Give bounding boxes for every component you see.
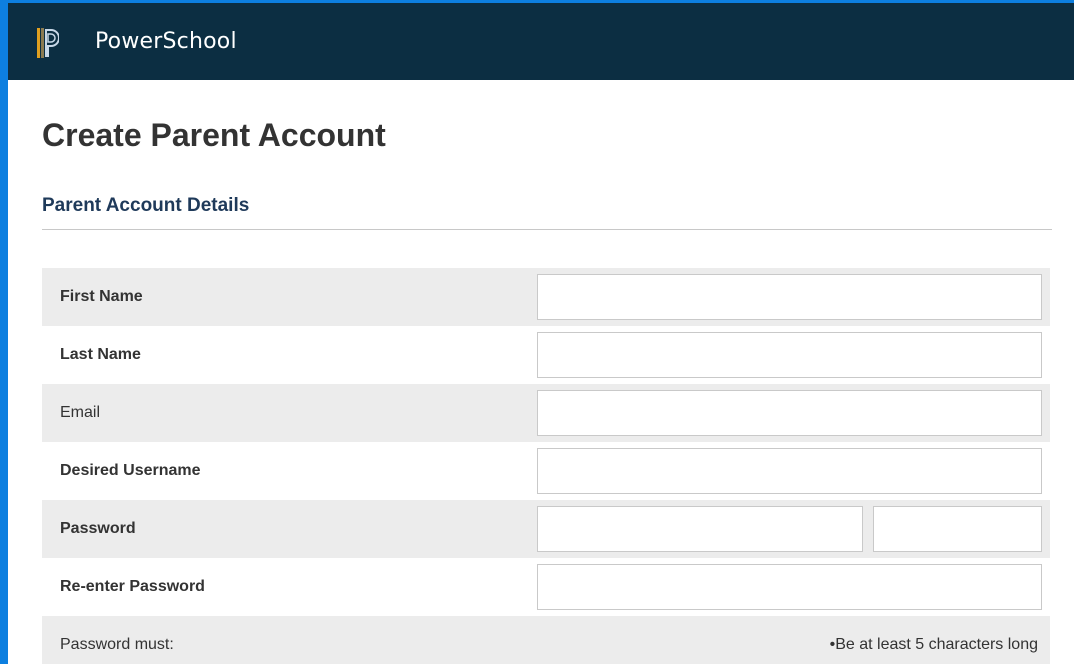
header-bar: PowerSchool (8, 3, 1074, 80)
form-row-first-name: First Name (42, 268, 1050, 326)
browser-viewport: PowerSchool Create Parent Account Parent… (8, 3, 1074, 664)
form-row-password: Password (42, 500, 1050, 558)
form-row-username: Desired Username (42, 442, 1050, 500)
form-row-email: Email (42, 384, 1050, 442)
first-name-label: First Name (60, 288, 143, 305)
username-label: Desired Username (60, 462, 201, 479)
last-name-label: Last Name (60, 346, 141, 363)
username-input[interactable] (537, 448, 1042, 494)
section-title: Parent Account Details (42, 195, 250, 216)
email-label: Email (60, 404, 101, 421)
password-input[interactable] (537, 506, 863, 552)
brand-name: PowerSchool (95, 29, 237, 54)
first-name-input[interactable] (537, 274, 1042, 320)
password-rules-row: Password must: •Be at least 5 characters… (42, 616, 1050, 664)
password-rules-label: Password must: (60, 636, 174, 653)
email-input[interactable] (537, 390, 1042, 436)
page-title: Create Parent Account (42, 117, 386, 153)
section-divider (42, 229, 1052, 230)
form-row-reenter-password: Re-enter Password (42, 558, 1050, 616)
reenter-password-label: Re-enter Password (60, 578, 205, 595)
reenter-password-input[interactable] (537, 564, 1042, 610)
last-name-input[interactable] (537, 332, 1042, 378)
password-label: Password (60, 520, 136, 537)
password-strength-box (873, 506, 1042, 552)
powerschool-logo-icon (37, 28, 59, 58)
password-rule-item: •Be at least 5 characters long (829, 636, 1038, 653)
form-row-last-name: Last Name (42, 326, 1050, 384)
